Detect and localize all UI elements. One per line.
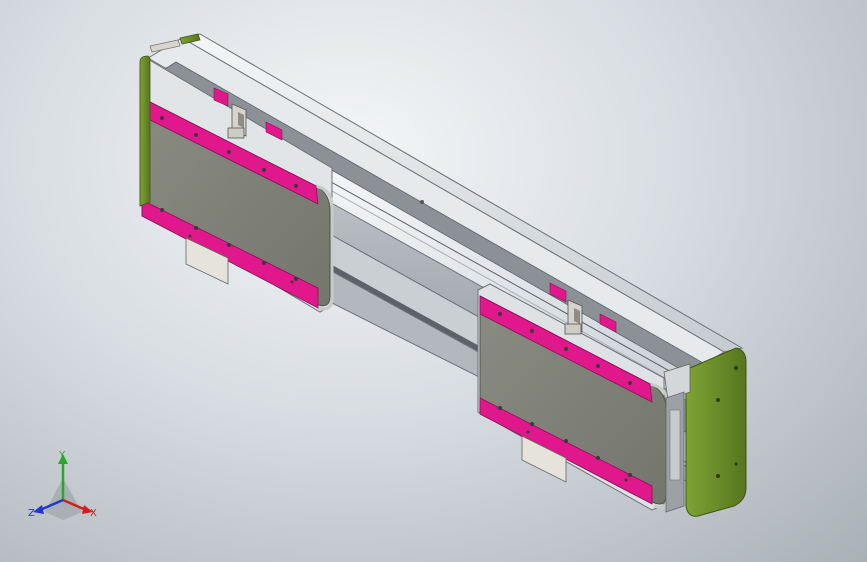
- cad-viewport[interactable]: Y X Z: [0, 0, 867, 562]
- end-cap-right: [663, 347, 747, 517]
- x-axis-label: X: [90, 508, 97, 519]
- z-axis-label: Z: [28, 508, 35, 519]
- assembly-drawing: Y X Z: [28, 33, 747, 520]
- y-axis-label: Y: [58, 450, 66, 461]
- axis-triad: Y X Z: [28, 450, 97, 520]
